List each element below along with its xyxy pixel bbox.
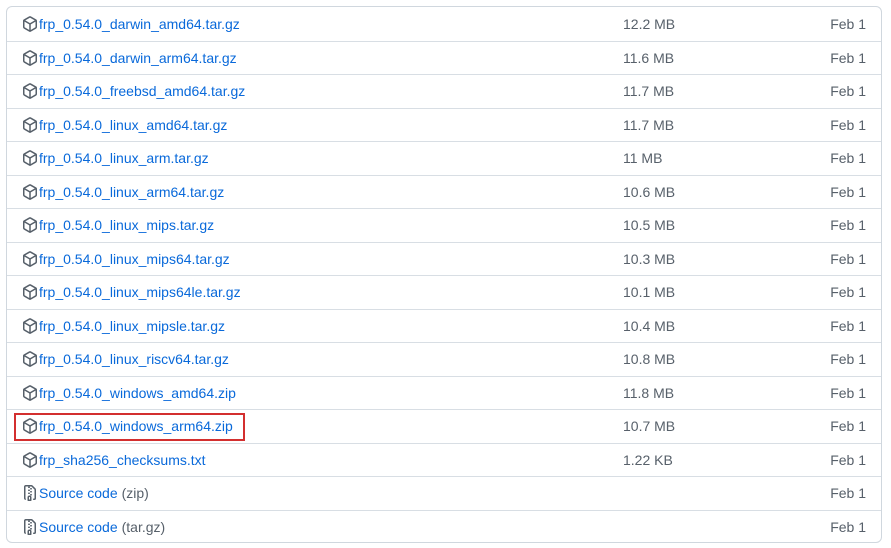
asset-date: Feb 1 <box>830 116 866 133</box>
package-icon <box>22 116 38 133</box>
file-zip-icon <box>22 485 38 502</box>
asset-download-link[interactable]: frp_0.54.0_freebsd_amd64.tar.gz <box>39 83 245 99</box>
asset-name-cell: frp_0.54.0_linux_mipsle.tar.gz <box>22 310 225 343</box>
asset-download-link[interactable]: frp_sha256_checksums.txt <box>39 452 206 468</box>
asset-row-4: frp_0.54.0_linux_arm.tar.gz 11 MB Feb 1 <box>7 141 881 175</box>
asset-row-14: Source code (zip) Feb 1 <box>7 476 881 510</box>
asset-name-cell: Source code (tar.gz) <box>22 511 166 543</box>
package-icon <box>22 317 38 334</box>
package-icon <box>22 351 38 368</box>
asset-size: 11.6 MB <box>623 49 675 66</box>
asset-size: 11.7 MB <box>623 83 675 100</box>
asset-format-label: (zip) <box>121 485 149 502</box>
asset-date: Feb 1 <box>830 250 866 267</box>
asset-download-link[interactable]: frp_0.54.0_linux_arm.tar.gz <box>39 150 209 166</box>
asset-date: Feb 1 <box>830 217 866 234</box>
asset-download-link[interactable]: frp_0.54.0_linux_mips.tar.gz <box>39 217 214 233</box>
asset-date: Feb 1 <box>830 384 866 401</box>
asset-date: Feb 1 <box>830 351 866 368</box>
file-zip-icon <box>22 518 38 535</box>
asset-download-link[interactable]: frp_0.54.0_linux_mips64le.tar.gz <box>39 284 241 300</box>
asset-name-cell: frp_0.54.0_windows_amd64.zip <box>22 377 236 410</box>
asset-format-label: (tar.gz) <box>121 518 166 535</box>
package-icon <box>22 15 38 32</box>
asset-name-cell: frp_0.54.0_darwin_amd64.tar.gz <box>22 7 240 41</box>
asset-download-link[interactable]: frp_0.54.0_linux_arm64.tar.gz <box>39 184 224 200</box>
asset-row-9: frp_0.54.0_linux_mipsle.tar.gz 10.4 MB F… <box>7 308 881 343</box>
package-icon <box>22 284 38 301</box>
asset-date: Feb 1 <box>830 418 866 435</box>
package-icon <box>22 49 38 66</box>
asset-row-12: frp_0.54.0_windows_arm64.zip 10.7 MB Feb… <box>7 409 881 443</box>
asset-download-link[interactable]: Source code <box>39 485 118 501</box>
asset-row-13: frp_sha256_checksums.txt 1.22 KB Feb 1 <box>7 442 881 477</box>
asset-size: 10.4 MB <box>623 317 676 334</box>
asset-row-0: frp_0.54.0_darwin_amd64.tar.gz 12.2 MB F… <box>7 7 881 41</box>
asset-size: 11 MB <box>623 150 663 167</box>
asset-row-8: frp_0.54.0_linux_mips64le.tar.gz 10.1 MB… <box>7 275 881 309</box>
asset-row-7: frp_0.54.0_linux_mips64.tar.gz 10.3 MB F… <box>7 241 881 276</box>
asset-size: 1.22 KB <box>623 451 673 468</box>
asset-row-11: frp_0.54.0_windows_amd64.zip 11.8 MB Feb… <box>7 375 881 410</box>
package-icon <box>22 150 38 167</box>
asset-size: 10.7 MB <box>623 418 676 435</box>
package-icon <box>22 217 38 234</box>
asset-size: 10.6 MB <box>623 183 676 200</box>
asset-size: 10.8 MB <box>623 351 676 368</box>
asset-name-cell: frp_sha256_checksums.txt <box>22 444 206 477</box>
asset-name-cell: Source code (zip) <box>22 477 149 510</box>
asset-row-10: frp_0.54.0_linux_riscv64.tar.gz 10.8 MB … <box>7 342 881 376</box>
asset-size: 12.2 MB <box>623 15 676 32</box>
asset-download-link[interactable]: frp_0.54.0_linux_mipsle.tar.gz <box>39 318 225 334</box>
asset-size: 11.8 MB <box>623 384 675 401</box>
asset-date: Feb 1 <box>830 150 866 167</box>
asset-date: Feb 1 <box>830 183 866 200</box>
asset-row-2: frp_0.54.0_freebsd_amd64.tar.gz 11.7 MB … <box>7 74 881 108</box>
package-icon <box>22 83 38 100</box>
asset-download-link[interactable]: frp_0.54.0_darwin_arm64.tar.gz <box>39 50 237 66</box>
package-icon <box>22 183 38 200</box>
package-icon <box>22 384 38 401</box>
package-icon <box>22 451 38 468</box>
asset-name-cell: frp_0.54.0_linux_amd64.tar.gz <box>22 109 227 142</box>
asset-name-cell: frp_0.54.0_linux_mips.tar.gz <box>22 209 214 242</box>
asset-date: Feb 1 <box>830 317 866 334</box>
asset-size: 10.5 MB <box>623 217 676 234</box>
asset-name-cell: frp_0.54.0_linux_arm.tar.gz <box>22 142 209 175</box>
asset-row-1: frp_0.54.0_darwin_arm64.tar.gz 11.6 MB F… <box>7 40 881 75</box>
asset-date: Feb 1 <box>830 485 866 502</box>
asset-download-link[interactable]: Source code <box>39 519 118 535</box>
release-assets-list: frp_0.54.0_darwin_amd64.tar.gz 12.2 MB F… <box>6 6 882 543</box>
asset-name-cell: frp_0.54.0_darwin_arm64.tar.gz <box>22 42 237 75</box>
asset-download-link[interactable]: frp_0.54.0_darwin_amd64.tar.gz <box>39 16 240 32</box>
asset-download-link[interactable]: frp_0.54.0_linux_amd64.tar.gz <box>39 117 227 133</box>
asset-row-3: frp_0.54.0_linux_amd64.tar.gz 11.7 MB Fe… <box>7 107 881 142</box>
asset-date: Feb 1 <box>830 451 866 468</box>
asset-download-link[interactable]: frp_0.54.0_windows_arm64.zip <box>39 418 233 434</box>
package-icon <box>22 418 38 435</box>
asset-row-5: frp_0.54.0_linux_arm64.tar.gz 10.6 MB Fe… <box>7 174 881 209</box>
asset-name-cell: frp_0.54.0_linux_mips64.tar.gz <box>22 243 230 276</box>
asset-name-cell: frp_0.54.0_linux_mips64le.tar.gz <box>22 276 241 309</box>
asset-size: 11.7 MB <box>623 116 675 133</box>
asset-date: Feb 1 <box>830 518 866 535</box>
asset-download-link[interactable]: frp_0.54.0_linux_mips64.tar.gz <box>39 251 230 267</box>
asset-name-cell: frp_0.54.0_linux_riscv64.tar.gz <box>22 343 229 376</box>
asset-row-6: frp_0.54.0_linux_mips.tar.gz 10.5 MB Feb… <box>7 208 881 242</box>
asset-name-cell: frp_0.54.0_freebsd_amd64.tar.gz <box>22 75 245 108</box>
asset-row-15: Source code (tar.gz) Feb 1 <box>7 509 881 543</box>
package-icon <box>22 250 38 267</box>
asset-date: Feb 1 <box>830 284 866 301</box>
asset-name-cell: frp_0.54.0_linux_arm64.tar.gz <box>22 176 224 209</box>
asset-date: Feb 1 <box>830 49 866 66</box>
asset-size: 10.3 MB <box>623 250 676 267</box>
asset-name-cell: frp_0.54.0_windows_arm64.zip <box>22 410 233 443</box>
asset-download-link[interactable]: frp_0.54.0_windows_amd64.zip <box>39 385 236 401</box>
asset-size: 10.1 MB <box>623 284 676 301</box>
asset-date: Feb 1 <box>830 83 866 100</box>
asset-download-link[interactable]: frp_0.54.0_linux_riscv64.tar.gz <box>39 351 229 367</box>
asset-date: Feb 1 <box>830 15 866 32</box>
